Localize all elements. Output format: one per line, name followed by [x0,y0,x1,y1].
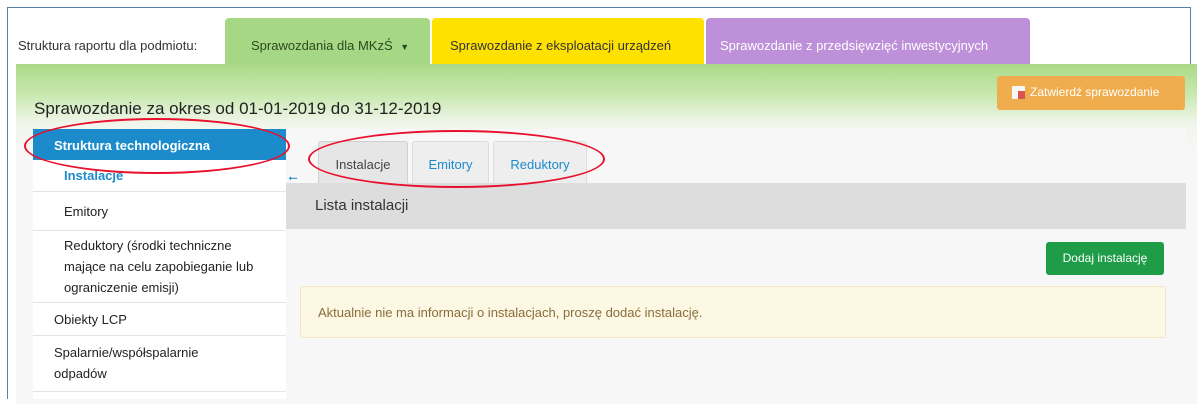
list-title: Lista instalacji [286,183,1186,229]
sidebar-item-emitory[interactable]: Emitory [33,192,286,231]
tab-sprawozdania-mkzs[interactable]: Sprawozdania dla MKzŚ ▼ [225,18,430,64]
approve-label: Zatwierdź sprawozdanie [1030,85,1160,99]
structure-label: Struktura raportu dla podmiotu: [18,38,198,53]
period-title: Sprawozdanie za okres od 01-01-2019 do 3… [34,99,442,118]
empty-state-alert: Aktualnie nie ma informacji o instalacja… [300,286,1166,338]
sidebar-item-reduktory[interactable]: Reduktory (środki techniczne mające na c… [33,231,286,303]
add-installation-button[interactable]: Dodaj instalację [1046,242,1164,275]
tab-eksploatacja-urzadzen[interactable]: Sprawozdanie z eksploatacji urządzeń [432,18,704,64]
approve-report-button[interactable]: Zatwierdź sprawozdanie [997,76,1185,110]
tab-label: Sprawozdanie z eksploatacji urządzeń [450,38,672,53]
annotation-ellipse-sidebar [24,118,290,174]
sidebar-item-obiekty-lcp[interactable]: Obiekty LCP [33,303,286,336]
tab-label: Sprawozdanie z przedsięwzięć inwestycyjn… [720,38,989,53]
annotation-ellipse-tabs [308,130,605,188]
document-icon [1012,86,1025,99]
caret-down-icon: ▼ [400,42,410,52]
tab-label: Sprawozdania dla MKzŚ [251,38,393,53]
tab-przedsiewziecia-inwestycyjne[interactable]: Sprawozdanie z przedsięwzięć inwestycyjn… [706,18,1030,64]
sidebar-item-spalarnie[interactable]: Spalarnie/współspalarnie odpadów [33,336,286,392]
